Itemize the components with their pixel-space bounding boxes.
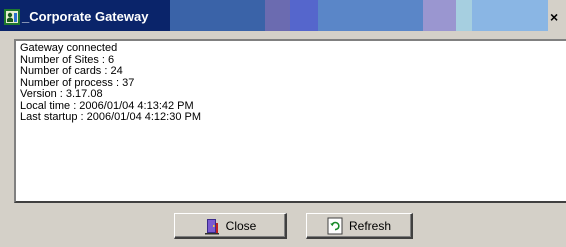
- status-log-lines: Gateway connected Number of Sites : 6 Nu…: [20, 42, 566, 124]
- refresh-button[interactable]: Refresh: [306, 213, 413, 239]
- log-line: Number of cards : 24: [20, 65, 123, 77]
- status-log[interactable]: Gateway connected Number of Sites : 6 Nu…: [14, 39, 566, 203]
- gateway-app-icon: [4, 9, 20, 25]
- client-area: Gateway connected Number of Sites : 6 Nu…: [0, 31, 566, 247]
- refresh-icon: [327, 217, 343, 234]
- window-close-icon[interactable]: ×: [550, 9, 566, 27]
- log-line: Gateway connected: [20, 42, 566, 55]
- log-line: Last startup : 2006/01/04 4:12:30 PM: [20, 111, 202, 123]
- door-exit-icon: [204, 218, 219, 234]
- window-title: _Corporate Gateway: [22, 9, 149, 24]
- gateway-window: _Corporate Gateway × Gateway connected N…: [0, 0, 566, 247]
- log-line-text-selected: Gateway connected: [20, 42, 118, 54]
- refresh-button-label: Refresh: [348, 218, 392, 233]
- title-bar[interactable]: _Corporate Gateway ×: [0, 0, 566, 31]
- close-button-label: Close: [225, 218, 257, 233]
- log-line: Version : 3.17.08: [20, 88, 103, 100]
- close-button[interactable]: Close: [174, 213, 287, 239]
